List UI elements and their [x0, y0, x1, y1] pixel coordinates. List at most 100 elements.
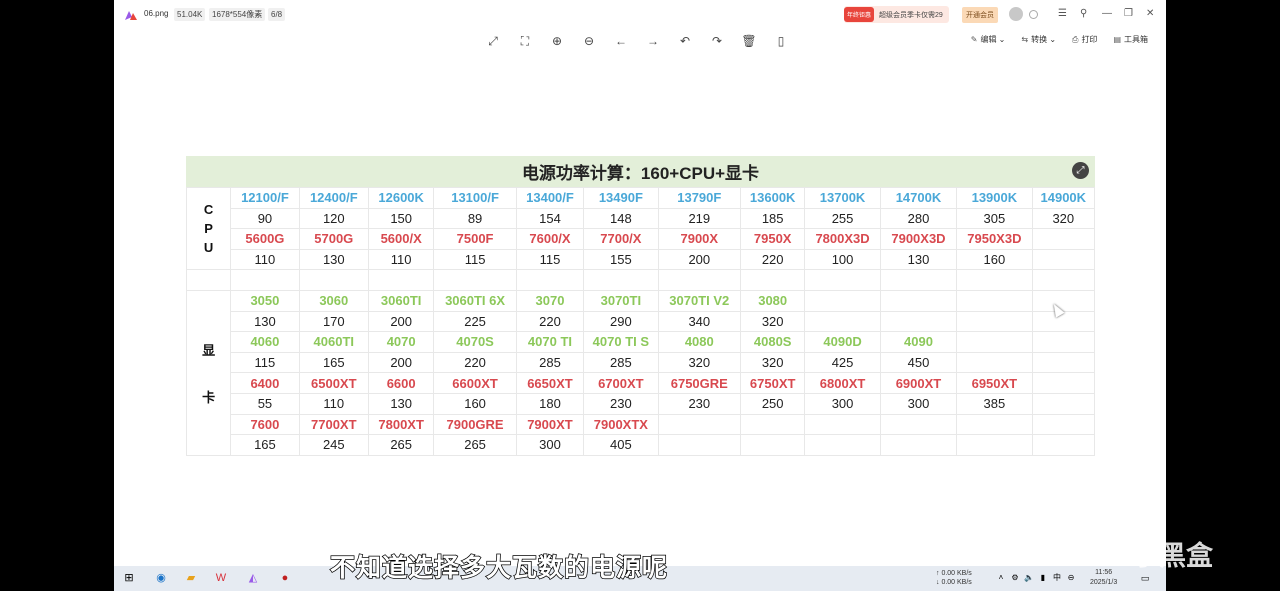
model-name-cell	[804, 289, 881, 312]
empty-cell	[740, 269, 806, 291]
model-name-cell: 4070 TI S	[583, 331, 659, 353]
battery-icon[interactable]: ▮	[1036, 571, 1050, 585]
table-row: 130 170 200 225 220 290 340 320	[187, 310, 1096, 333]
model-name-cell	[1031, 228, 1096, 250]
app-taskbar-icon[interactable]: ●	[278, 571, 292, 585]
close-icon[interactable]: ✕	[1146, 7, 1154, 21]
power-value-cell	[879, 434, 958, 456]
power-value-cell	[956, 434, 1033, 456]
table-row: 110 130 110 115 115 155 200 220 100 130 160	[187, 248, 1096, 271]
actual-size-icon[interactable]: ⛶	[516, 32, 534, 50]
power-value-cell: 320	[1031, 207, 1096, 230]
empty-cell	[433, 269, 517, 291]
power-value-cell: 115	[433, 248, 517, 271]
table-row: 7600 7700XT 7800XT 7900GRE 7900XT 7900XTX	[187, 413, 1096, 436]
power-value-cell: 160	[956, 248, 1033, 271]
edge-icon[interactable]: ◉	[154, 571, 168, 585]
promo-banner[interactable]: 年终钜惠 超级会员季卡仅需29	[844, 6, 949, 23]
toolbox-button[interactable]: ▤ 工具箱	[1113, 34, 1148, 45]
table-row: 4060 4060TI 4070 4070S 4070 TI 4070 TI S 4080 4…	[187, 331, 1096, 353]
zoom-out-icon[interactable]: ⊖	[580, 32, 598, 50]
vip-button[interactable]: 开通会员	[962, 7, 998, 23]
model-name-cell: 7900XTX	[583, 413, 659, 436]
toolbox-icon: ▤	[1113, 35, 1121, 44]
settings-tray-icon[interactable]: ⚙	[1008, 571, 1022, 585]
table-row: 90 120 150 89 154 148 219 185 255 280 305 320	[187, 207, 1096, 230]
model-name-cell: 5600G	[230, 228, 300, 250]
power-value-cell: 150	[367, 207, 435, 230]
notification-icon[interactable]: ▭	[1138, 571, 1152, 585]
zoom-in-icon[interactable]: ⊕	[548, 32, 566, 50]
power-value-cell: 300	[515, 434, 585, 456]
model-name-cell: 7800X3D	[804, 228, 881, 250]
toolbar: ⤢ ⛶ ⊕ ⊖ ← → ↶ ↷ 🗑 ▯	[484, 32, 790, 50]
model-name-cell: 13700K	[804, 187, 881, 209]
previous-icon[interactable]: ←	[612, 32, 630, 50]
power-value-cell: 115	[515, 248, 585, 271]
table-row: 显卡 3050 3060 3060TI 3060TI 6X 3070 3070TI 3070T…	[185, 289, 1096, 456]
model-name-cell: 6650XT	[515, 372, 585, 394]
model-name-cell: 4070	[367, 331, 435, 353]
pin-icon[interactable]: ⚲	[1080, 7, 1087, 21]
model-name-cell: 6750XT	[740, 372, 806, 394]
model-name-cell: 7900XT	[515, 413, 585, 436]
model-name-cell: 7900X3D	[879, 228, 958, 250]
power-value-cell	[956, 351, 1033, 374]
network-speed: ↑ 0.00 KB/s ↓ 0.00 KB/s	[936, 570, 972, 586]
model-name-cell: 5600/X	[367, 228, 435, 250]
model-name-cell	[956, 289, 1033, 312]
power-table: 电源功率计算：160+CPU+显卡 ⤢ C P U 12100/F 12400/F 126…	[185, 156, 1096, 456]
power-value-cell: 305	[956, 207, 1033, 230]
edit-button[interactable]: ✎ 编辑 ⌄	[971, 34, 1006, 45]
volume-icon[interactable]: 🔈	[1022, 571, 1036, 585]
maximize-icon[interactable]: ❐	[1124, 7, 1133, 21]
menu-icon[interactable]: ☰	[1058, 7, 1067, 21]
expand-icon[interactable]: ⤢	[1072, 162, 1089, 179]
power-value-cell: 110	[367, 248, 435, 271]
table-row: 6400 6500XT 6600 6600XT 6650XT 6700XT 6750GRE 6…	[187, 372, 1096, 394]
model-name-cell: 13900K	[956, 187, 1033, 209]
power-value-cell: 155	[583, 248, 659, 271]
model-name-cell: 6500XT	[298, 372, 369, 394]
power-value-cell	[657, 434, 742, 456]
rotate-right-icon[interactable]: ↷	[708, 32, 726, 50]
power-value-cell: 154	[515, 207, 585, 230]
fit-screen-icon[interactable]: ⤢	[484, 32, 502, 50]
ime-icon[interactable]: ⊖	[1064, 571, 1078, 585]
image-viewer-taskbar-icon[interactable]: ◭	[246, 571, 260, 585]
empty-cell	[515, 269, 585, 291]
model-name-cell: 4080S	[740, 331, 806, 353]
empty-cell	[185, 269, 232, 291]
power-value-cell: 300	[804, 392, 881, 415]
wps-icon[interactable]: W	[214, 571, 228, 585]
watermark: 小黑盒	[1132, 541, 1213, 571]
print-button[interactable]: ⎙ 打印	[1072, 34, 1097, 45]
convert-button[interactable]: ⇆ 转换 ⌄	[1021, 34, 1056, 45]
language-icon[interactable]: 中	[1050, 571, 1064, 585]
power-value-cell: 220	[433, 351, 517, 374]
avatar[interactable]	[1009, 7, 1023, 21]
power-value-cell: 110	[298, 392, 369, 415]
model-name-cell: 3060TI	[367, 289, 435, 312]
power-value-cell: 130	[298, 248, 369, 271]
model-name-cell: 4070S	[433, 331, 517, 353]
clock[interactable]: 11:56 2025/1/3	[1090, 568, 1117, 588]
start-icon[interactable]: ⊞	[122, 571, 136, 585]
power-value-cell: 89	[433, 207, 517, 230]
minimize-icon[interactable]: —	[1102, 7, 1112, 21]
explorer-icon[interactable]: ▰	[184, 571, 198, 585]
model-name-cell: 3070TI	[583, 289, 659, 312]
right-tools: ✎ 编辑 ⌄ ⇆ 转换 ⌄ ⎙ 打印 ▤ 工具箱	[971, 34, 1148, 45]
empty-cell	[367, 269, 435, 291]
next-icon[interactable]: →	[644, 32, 662, 50]
more-icon[interactable]: ▯	[772, 32, 790, 50]
image-dimensions: 1678*554像素	[209, 8, 266, 21]
empty-cell	[298, 269, 369, 291]
tray-chevron-icon[interactable]: ˄	[994, 571, 1008, 585]
model-name-cell	[1031, 413, 1096, 436]
convert-icon: ⇆	[1021, 35, 1029, 44]
spacer-row	[185, 269, 1096, 291]
delete-icon[interactable]: 🗑	[740, 32, 758, 50]
power-value-cell	[1031, 392, 1096, 415]
rotate-left-icon[interactable]: ↶	[676, 32, 694, 50]
